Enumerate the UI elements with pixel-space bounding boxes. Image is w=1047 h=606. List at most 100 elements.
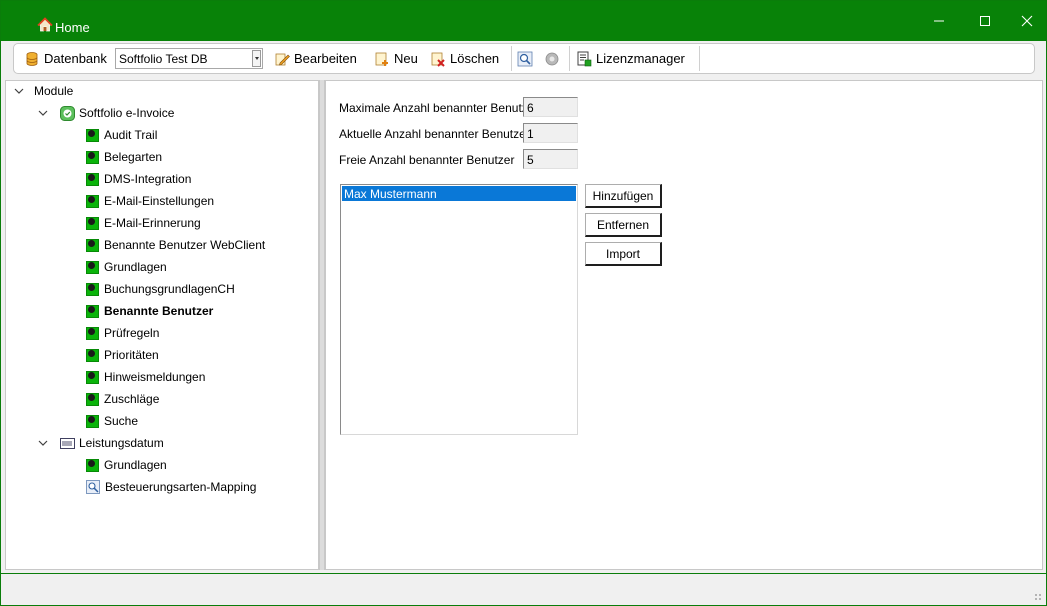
- remove-user-button[interactable]: Entfernen: [585, 213, 662, 237]
- chevron-down-icon[interactable]: [14, 86, 24, 96]
- refresh-button[interactable]: [544, 44, 564, 73]
- max-users-label: Maximale Anzahl benannter Benutzer: [339, 101, 539, 115]
- lizenzmanager-label: Lizenzmanager: [596, 51, 685, 66]
- chevron-down-icon[interactable]: [38, 108, 48, 118]
- module-gear-icon: [86, 172, 99, 186]
- minimize-icon: [934, 20, 944, 22]
- tree-item[interactable]: Prioritäten: [86, 345, 159, 365]
- module-gear-icon: [86, 414, 99, 428]
- tree-item-label: Grundlagen: [104, 260, 167, 274]
- chevron-down-icon[interactable]: [38, 438, 48, 448]
- current-users-label: Aktuelle Anzahl benannter Benutzer: [339, 127, 530, 141]
- home-icon: [37, 17, 53, 33]
- module-gear-icon: [86, 194, 99, 208]
- license-icon: [576, 51, 592, 67]
- database-select[interactable]: Softfolio Test DB: [115, 48, 263, 69]
- tree-item-label: Prioritäten: [104, 348, 159, 362]
- delete-icon: [430, 51, 446, 67]
- tree-group-softfolio[interactable]: Softfolio e-Invoice: [38, 103, 174, 123]
- datenbank-text: Datenbank: [44, 51, 107, 66]
- maximize-button[interactable]: [962, 1, 1008, 41]
- status-bar: [1, 573, 1046, 605]
- minimize-button[interactable]: [916, 1, 962, 41]
- module-gear-icon: [86, 282, 99, 296]
- bearbeiten-button[interactable]: Bearbeiten: [274, 44, 357, 73]
- gear-icon: [544, 51, 560, 67]
- tree-item-label: E-Mail-Einstellungen: [104, 194, 215, 208]
- dropdown-arrow-icon[interactable]: [252, 50, 261, 67]
- module-gear-icon: [86, 238, 99, 252]
- tree-root-module[interactable]: Module: [14, 81, 73, 101]
- tree-item[interactable]: Besteuerungsarten-Mapping: [86, 477, 256, 497]
- resize-grip-icon[interactable]: [1034, 593, 1042, 601]
- tree-item-label: E-Mail-Erinnerung: [104, 216, 201, 230]
- app-window: Home Datenbank Softfolio Test DB Bearbei…: [0, 0, 1047, 606]
- tree-root-label: Module: [34, 84, 74, 98]
- tree-group-leistungsdatum[interactable]: Leistungsdatum: [38, 433, 164, 453]
- module-gear-icon: [86, 128, 99, 142]
- main-toolbar: Datenbank Softfolio Test DB Bearbeiten N…: [13, 43, 1035, 74]
- loeschen-label: Löschen: [450, 51, 500, 66]
- tree-item-label: Benannte Benutzer: [104, 304, 214, 318]
- module-gear-icon: [86, 326, 99, 340]
- tree-item[interactable]: Prüfregeln: [86, 323, 159, 343]
- toolbar-separator: [511, 46, 512, 71]
- tree-group-label: Leistungsdatum: [79, 436, 164, 450]
- tree-item-label: BuchungsgrundlagenCH: [104, 282, 235, 296]
- module-gear-icon: [86, 392, 99, 406]
- tree-item[interactable]: E-Mail-Einstellungen: [86, 191, 214, 211]
- list-item-selected[interactable]: Max Mustermann: [342, 186, 576, 201]
- tree-item-selected[interactable]: Benannte Benutzer: [86, 301, 213, 321]
- tree-item[interactable]: Benannte Benutzer WebClient: [86, 235, 265, 255]
- tree-item-label: Prüfregeln: [104, 326, 160, 340]
- module-gear-icon: [86, 458, 99, 472]
- search-settings-icon: [517, 51, 533, 67]
- tree-item-label: DMS-Integration: [104, 172, 192, 186]
- check-circle-icon: [60, 105, 75, 121]
- tree-item[interactable]: Zuschläge: [86, 389, 159, 409]
- datenbank-label: Datenbank: [24, 44, 107, 73]
- tree-item-label: Grundlagen: [104, 458, 167, 472]
- tree-item[interactable]: BuchungsgrundlagenCH: [86, 279, 235, 299]
- close-button[interactable]: [1004, 1, 1047, 41]
- tree-item-label: Besteuerungsarten-Mapping: [105, 480, 257, 494]
- toolbar-separator: [569, 46, 570, 71]
- tree-item[interactable]: Belegarten: [86, 147, 162, 167]
- title-bar: Home: [1, 1, 1046, 41]
- tree-item[interactable]: DMS-Integration: [86, 169, 191, 189]
- named-users-list[interactable]: Max Mustermann: [340, 184, 578, 435]
- import-button[interactable]: Import: [585, 242, 662, 266]
- tree-item[interactable]: Hinweismeldungen: [86, 367, 205, 387]
- neu-button[interactable]: Neu: [374, 44, 418, 73]
- maximize-icon: [980, 16, 990, 26]
- search-settings-button[interactable]: [517, 44, 537, 73]
- tree-item[interactable]: Grundlagen: [86, 257, 167, 277]
- lizenzmanager-button[interactable]: Lizenzmanager: [576, 44, 685, 73]
- module-gear-icon: [86, 304, 99, 318]
- close-icon: [1021, 15, 1033, 27]
- database-icon: [24, 51, 40, 67]
- module-gear-icon: [86, 348, 99, 362]
- tree-item[interactable]: Suche: [86, 411, 138, 431]
- add-user-button[interactable]: Hinzufügen: [585, 184, 662, 208]
- bearbeiten-label: Bearbeiten: [294, 51, 357, 66]
- current-users-field[interactable]: 1: [523, 123, 578, 143]
- max-users-field[interactable]: 6: [523, 97, 578, 117]
- calendar-icon: [60, 437, 75, 449]
- detail-panel: Maximale Anzahl benannter Benutzer 6 Akt…: [325, 80, 1043, 570]
- tree-item[interactable]: E-Mail-Erinnerung: [86, 213, 201, 233]
- tree-group-label: Softfolio e-Invoice: [79, 106, 175, 120]
- tree-item[interactable]: Grundlagen: [86, 455, 167, 475]
- neu-label: Neu: [394, 51, 418, 66]
- tree-item[interactable]: Audit Trail: [86, 125, 157, 145]
- free-users-label: Freie Anzahl benannter Benutzer: [339, 153, 515, 167]
- module-gear-icon: [86, 216, 99, 230]
- tree-item-label: Zuschläge: [104, 392, 160, 406]
- tree-item-label: Hinweismeldungen: [104, 370, 206, 384]
- edit-icon: [274, 51, 290, 67]
- database-select-value: Softfolio Test DB: [119, 52, 208, 66]
- module-gear-icon: [86, 260, 99, 274]
- free-users-field[interactable]: 5: [523, 149, 578, 169]
- loeschen-button[interactable]: Löschen: [430, 44, 499, 73]
- tree-item-label: Suche: [104, 414, 139, 428]
